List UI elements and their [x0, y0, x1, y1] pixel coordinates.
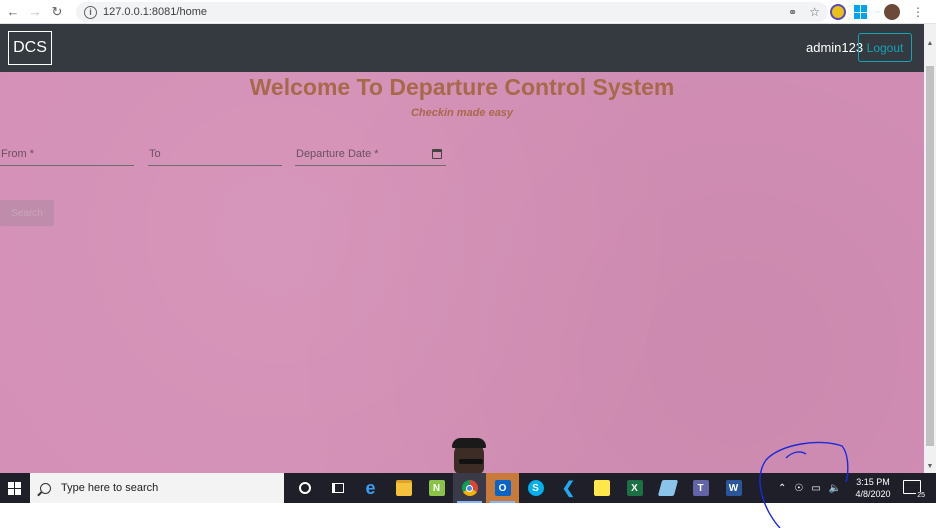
file-explorer-icon[interactable] — [387, 473, 420, 503]
taskbar-search-placeholder: Type here to search — [61, 482, 159, 494]
screen-bottom-margin — [0, 503, 936, 528]
task-view-icon[interactable] — [321, 473, 354, 503]
start-button[interactable] — [0, 473, 28, 503]
search-button[interactable]: Search — [0, 200, 54, 226]
to-label: To — [149, 148, 161, 160]
taskbar-clock[interactable]: 3:15 PM 4/8/2020 — [850, 476, 896, 500]
search-icon — [40, 482, 51, 494]
key-icon[interactable]: ⚭ — [788, 6, 797, 19]
departure-date-label: Departure Date * — [296, 148, 379, 160]
scroll-up-arrow-icon[interactable]: ▲ — [926, 40, 934, 48]
scroll-down-arrow-icon[interactable]: ▼ — [926, 463, 934, 471]
word-icon[interactable]: W — [717, 473, 750, 503]
logout-button[interactable]: Logout — [858, 33, 912, 62]
menu-icon[interactable]: ⋮ — [912, 5, 924, 19]
chevron-up-icon[interactable]: ⌃ — [778, 483, 786, 494]
clock-date: 4/8/2020 — [855, 489, 891, 499]
skype-icon[interactable]: S — [519, 473, 552, 503]
info-icon[interactable]: i — [84, 5, 97, 19]
page-subtitle: Checkin made easy — [410, 107, 514, 119]
azure-data-studio-icon[interactable] — [651, 473, 684, 503]
brand-logo[interactable]: DCS — [8, 31, 52, 65]
windows-taskbar: Type here to search e N O S ❮ X T W ⌃ ☉ … — [0, 473, 936, 503]
excel-icon[interactable]: X — [618, 473, 651, 503]
sticky-notes-icon[interactable] — [585, 473, 618, 503]
browser-toolbar: ← → ↻ i 127.0.0.1:8081/home ⚭ ☆ ⋮ — [0, 0, 936, 24]
from-label: From * — [1, 148, 34, 160]
teams-icon[interactable]: T — [684, 473, 717, 503]
star-icon[interactable]: ☆ — [809, 5, 820, 19]
from-field[interactable]: From * — [0, 146, 134, 166]
departure-date-field[interactable]: Departure Date * — [295, 146, 446, 166]
page-scrollbar[interactable]: ▲ ▼ — [924, 24, 936, 473]
page-title: Welcome To Departure Control System — [249, 74, 675, 100]
back-icon[interactable]: ← — [2, 1, 24, 23]
to-field[interactable]: To — [148, 146, 282, 166]
address-bar[interactable]: i 127.0.0.1:8081/home ⚭ ☆ — [76, 2, 828, 22]
outlook-icon[interactable]: O — [486, 473, 519, 503]
cortana-icon[interactable] — [288, 473, 321, 503]
windows-logo-icon — [7, 481, 21, 495]
url-text: 127.0.0.1:8081/home — [103, 6, 207, 18]
scrollbar-thumb[interactable] — [926, 66, 934, 446]
system-tray: ⌃ ☉ ▭ 🔈 — [778, 473, 841, 503]
background-person-image — [446, 438, 492, 473]
edge-icon[interactable]: e — [354, 473, 387, 503]
extension-icon[interactable] — [830, 4, 846, 20]
app-navbar: DCS admin123 Logout — [0, 24, 924, 72]
notification-icon[interactable]: 25 — [903, 480, 926, 499]
volume-icon[interactable]: 🔈 — [829, 483, 841, 494]
taskbar-search-box[interactable]: Type here to search — [30, 473, 284, 503]
notepad-plus-icon[interactable]: N — [420, 473, 453, 503]
profile-avatar[interactable] — [884, 4, 900, 20]
windows-extension-icon[interactable] — [854, 5, 868, 19]
battery-icon[interactable]: ▭ — [811, 483, 820, 494]
reload-icon[interactable]: ↻ — [46, 1, 68, 23]
username-label: admin123 — [806, 40, 864, 55]
notification-count: 25 — [916, 492, 926, 499]
chrome-icon[interactable] — [453, 473, 486, 503]
clock-time: 3:15 PM — [856, 477, 890, 487]
vscode-icon[interactable]: ❮ — [552, 473, 585, 503]
forward-icon[interactable]: → — [24, 1, 46, 23]
language-globe-icon[interactable]: ☉ — [794, 483, 803, 494]
main-content: Welcome To Departure Control System Chec… — [0, 72, 924, 473]
calendar-icon[interactable] — [432, 149, 442, 159]
